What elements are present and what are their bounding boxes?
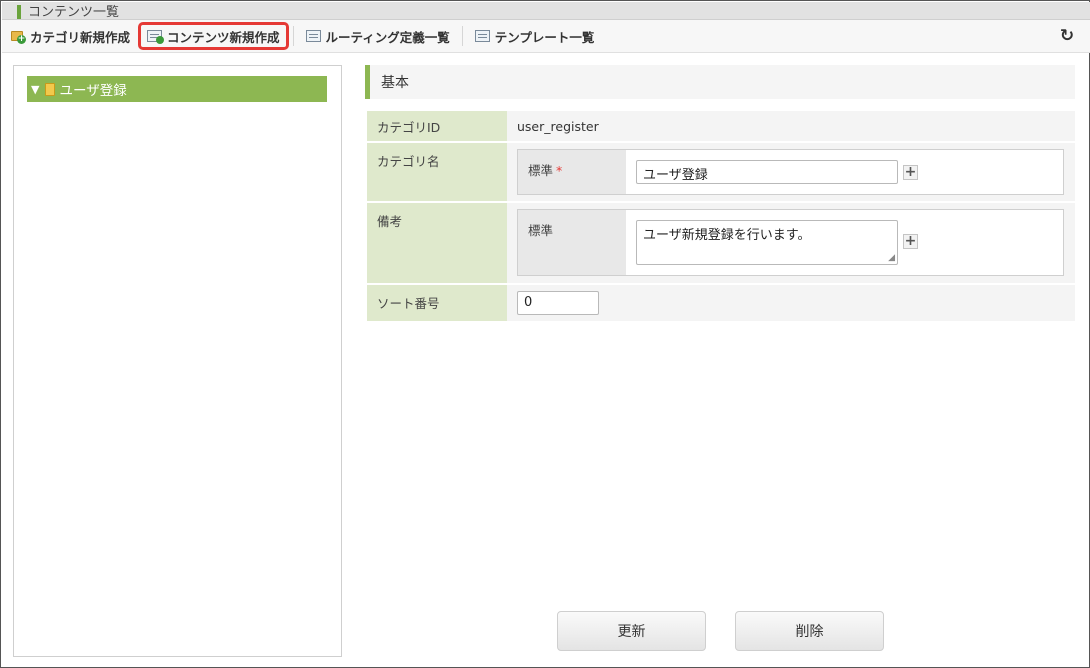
add-locale-button[interactable]: + [903, 165, 918, 180]
category-tree-panel: ▼ ユーザ登録 [13, 65, 342, 657]
routing-list-button[interactable]: ルーティング定義一覧 [298, 23, 458, 49]
category-name-label: カテゴリ名 [367, 143, 507, 201]
template-list-button[interactable]: テンプレート一覧 [467, 23, 603, 49]
tree-node-user-register[interactable]: ▼ ユーザ登録 [27, 76, 327, 102]
list-icon [305, 29, 322, 43]
remarks-text: ユーザ新規登録を行います。 [643, 228, 811, 243]
locale-standard-label: 標準 [528, 223, 554, 238]
expand-arrow-icon[interactable]: ▼ [31, 83, 39, 96]
category-name-locale-block: 標準 * ユーザ登録 + [517, 149, 1064, 195]
required-mark: * [556, 163, 563, 178]
tree-node-label: ユーザ登録 [59, 83, 127, 99]
remarks-textarea[interactable]: ユーザ新規登録を行います。 ◢ [636, 220, 898, 265]
locale-label: 標準 * [518, 150, 626, 194]
remarks-label: 備考 [367, 203, 507, 283]
create-category-button[interactable]: + カテゴリ新規作成 [2, 23, 138, 49]
sort-number-row: ソート番号 0 [367, 285, 1075, 323]
add-locale-button[interactable]: + [903, 234, 918, 249]
category-name-input[interactable]: ユーザ登録 [636, 160, 898, 184]
toolbar: + カテゴリ新規作成 コンテンツ新規作成 ルーティング定義一覧 テンプレート一覧… [2, 20, 1090, 53]
toolbar-separator [292, 26, 294, 46]
create-category-label: カテゴリ新規作成 [30, 29, 131, 45]
category-name-row: カテゴリ名 標準 * ユーザ登録 + [367, 143, 1075, 203]
category-id-row: カテゴリID user_register [367, 111, 1075, 143]
delete-button[interactable]: 削除 [735, 611, 884, 651]
category-form: カテゴリID user_register カテゴリ名 標準 * ユーザ登録 + 備… [367, 111, 1075, 323]
routing-list-label: ルーティング定義一覧 [325, 29, 450, 45]
category-id-value: user_register [507, 111, 1075, 141]
document-add-icon [147, 29, 165, 44]
sort-number-input[interactable]: 0 [517, 291, 599, 315]
folder-add-icon: + [10, 29, 26, 44]
locale-label: 標準 [518, 210, 626, 275]
sort-number-label: ソート番号 [367, 285, 507, 321]
create-content-button[interactable]: コンテンツ新規作成 [138, 22, 289, 50]
remarks-row: 備考 標準 ユーザ新規登録を行います。 ◢ + [367, 203, 1075, 285]
template-list-label: テンプレート一覧 [494, 29, 595, 45]
toolbar-separator [461, 26, 463, 46]
remarks-locale-block: 標準 ユーザ新規登録を行います。 ◢ + [517, 209, 1064, 276]
section-header: 基本 [365, 65, 1075, 99]
window-frame: コンテンツ一覧 + カテゴリ新規作成 コンテンツ新規作成 ルーティング定義一覧 … [0, 0, 1090, 668]
create-content-label: コンテンツ新規作成 [167, 29, 280, 45]
resize-grip-icon[interactable]: ◢ [888, 253, 895, 263]
title-bar: コンテンツ一覧 [2, 2, 1090, 20]
list-icon [474, 29, 491, 43]
category-folder-icon [45, 82, 56, 96]
locale-standard-label: 標準 [528, 163, 554, 178]
window-title: コンテンツ一覧 [28, 5, 120, 20]
refresh-icon[interactable]: ↻ [1058, 27, 1076, 45]
title-marker-icon [17, 4, 21, 19]
section-title: 基本 [381, 75, 409, 91]
category-id-label: カテゴリID [367, 111, 507, 141]
update-button[interactable]: 更新 [557, 611, 706, 651]
